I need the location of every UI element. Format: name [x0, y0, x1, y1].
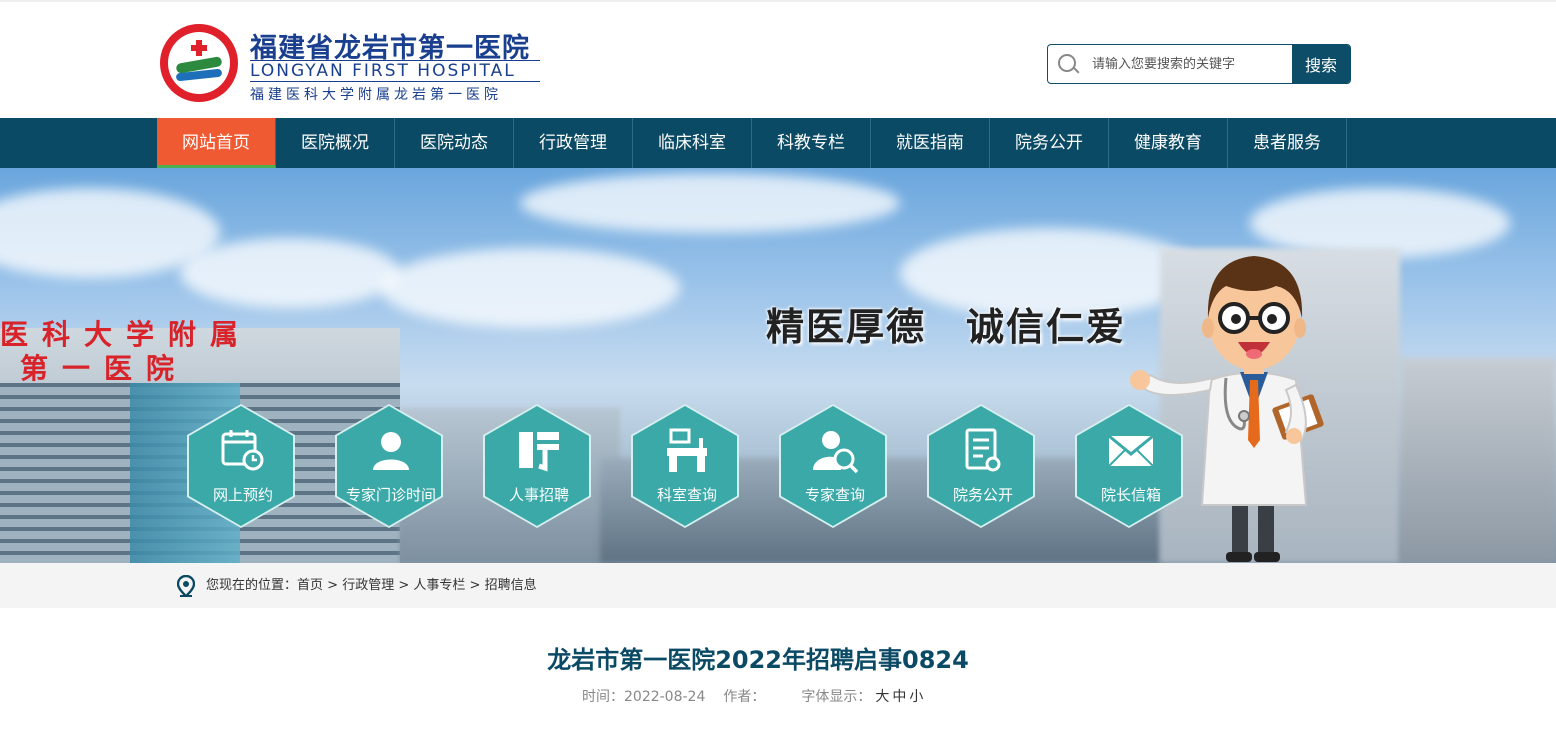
nav-item-guide[interactable]: 就医指南 — [871, 118, 990, 168]
font-size-large[interactable]: 大 — [875, 689, 892, 705]
breadcrumb-bar: 您现在的位置：首页 > 行政管理 > 人事专栏 > 招聘信息 — [0, 563, 1556, 608]
quick-link-label: 院务公开 — [952, 486, 1013, 504]
hospital-logo[interactable]: 福建省龙岩市第一医院 LONGYAN FIRST HOSPITAL 福建医科大学… — [160, 24, 540, 103]
quick-link-label: 专家门诊时间 — [345, 486, 436, 504]
font-size-label: 字体显示： — [801, 689, 872, 705]
nav-item-affairs[interactable]: 院务公开 — [990, 118, 1109, 168]
article-meta: 时间：2022-08-24 作者： 字体显示： 大中小 — [582, 686, 926, 706]
nav-item-home[interactable]: 网站首页 — [157, 118, 276, 168]
building-sign-line-2: 第一医院 — [20, 352, 189, 385]
calendar-clock-icon — [221, 430, 264, 471]
breadcrumb-separator: > — [394, 578, 414, 593]
site-header: 福建省龙岩市第一医院 LONGYAN FIRST HOSPITAL 福建医科大学… — [0, 0, 1556, 118]
breadcrumb: 您现在的位置：首页 > 行政管理 > 人事专栏 > 招聘信息 — [206, 563, 537, 608]
side-building — [1400, 358, 1556, 563]
banner-slogan: 精医厚德 诚信仁爱 — [766, 305, 1127, 349]
building-sign-line-1: 医科大学附属 — [0, 318, 253, 351]
quick-link-label: 科室查询 — [656, 486, 717, 504]
publish-date: 2022-08-24 — [624, 689, 706, 705]
quick-link-label: 网上预约 — [212, 486, 273, 504]
font-size-medium[interactable]: 中 — [892, 689, 909, 705]
hero-banner: 医科大学附属 第一医院 精医厚德 诚信仁爱 网上预约 专家门诊时间 人事招聘 科… — [0, 168, 1556, 563]
breadcrumb-hr-column[interactable]: 人事专栏 — [413, 578, 465, 593]
nav-item-patient-service[interactable]: 患者服务 — [1228, 118, 1347, 168]
nav-item-departments[interactable]: 临床科室 — [633, 118, 752, 168]
breadcrumb-separator: > — [465, 578, 485, 593]
quick-link-label: 人事招聘 — [508, 486, 569, 504]
user-icon — [373, 432, 409, 470]
search-box: 搜索 — [1047, 44, 1351, 84]
document-icon — [965, 428, 1001, 472]
article-title: 龙岩市第一医院2022年招聘启事0824 — [547, 646, 969, 674]
search-button[interactable]: 搜索 — [1292, 45, 1350, 83]
logo-english-name: LONGYAN FIRST HOSPITAL — [250, 60, 540, 82]
doctor-cartoon-icon — [1130, 256, 1324, 562]
font-size-small[interactable]: 小 — [909, 689, 926, 705]
breadcrumb-prefix: 您现在的位置： — [206, 578, 298, 593]
search-input[interactable] — [1092, 45, 1292, 83]
building-sign: 医科大学附属 第一医院 — [0, 318, 252, 386]
recruit-icon — [519, 432, 559, 472]
logo-emblem-icon — [160, 24, 238, 102]
main-nav: 网站首页 医院概况 医院动态 行政管理 临床科室 科教专栏 就医指南 院务公开 … — [0, 118, 1556, 168]
nav-item-overview[interactable]: 医院概况 — [276, 118, 395, 168]
nav-item-health-education[interactable]: 健康教育 — [1109, 118, 1228, 168]
logo-subtitle: 福建医科大学附属龙岩第一医院 — [250, 87, 502, 103]
nav-item-research[interactable]: 科教专栏 — [752, 118, 871, 168]
search-icon — [1058, 54, 1080, 76]
time-label: 时间： — [582, 689, 624, 705]
author-label: 作者： — [723, 689, 766, 705]
breadcrumb-recruitment-info[interactable]: 招聘信息 — [485, 578, 537, 593]
breadcrumb-home[interactable]: 首页 — [297, 578, 323, 593]
cloud — [380, 248, 680, 328]
breadcrumb-separator: > — [323, 578, 343, 593]
location-pin-icon — [177, 575, 195, 597]
cloud — [520, 173, 900, 233]
desk-icon — [667, 428, 707, 472]
cloud — [180, 238, 400, 308]
nav-item-administration[interactable]: 行政管理 — [514, 118, 633, 168]
breadcrumb-administration[interactable]: 行政管理 — [342, 578, 394, 593]
quick-link-label: 专家查询 — [804, 486, 865, 504]
user-search-icon — [813, 431, 859, 474]
nav-item-news[interactable]: 医院动态 — [395, 118, 514, 168]
